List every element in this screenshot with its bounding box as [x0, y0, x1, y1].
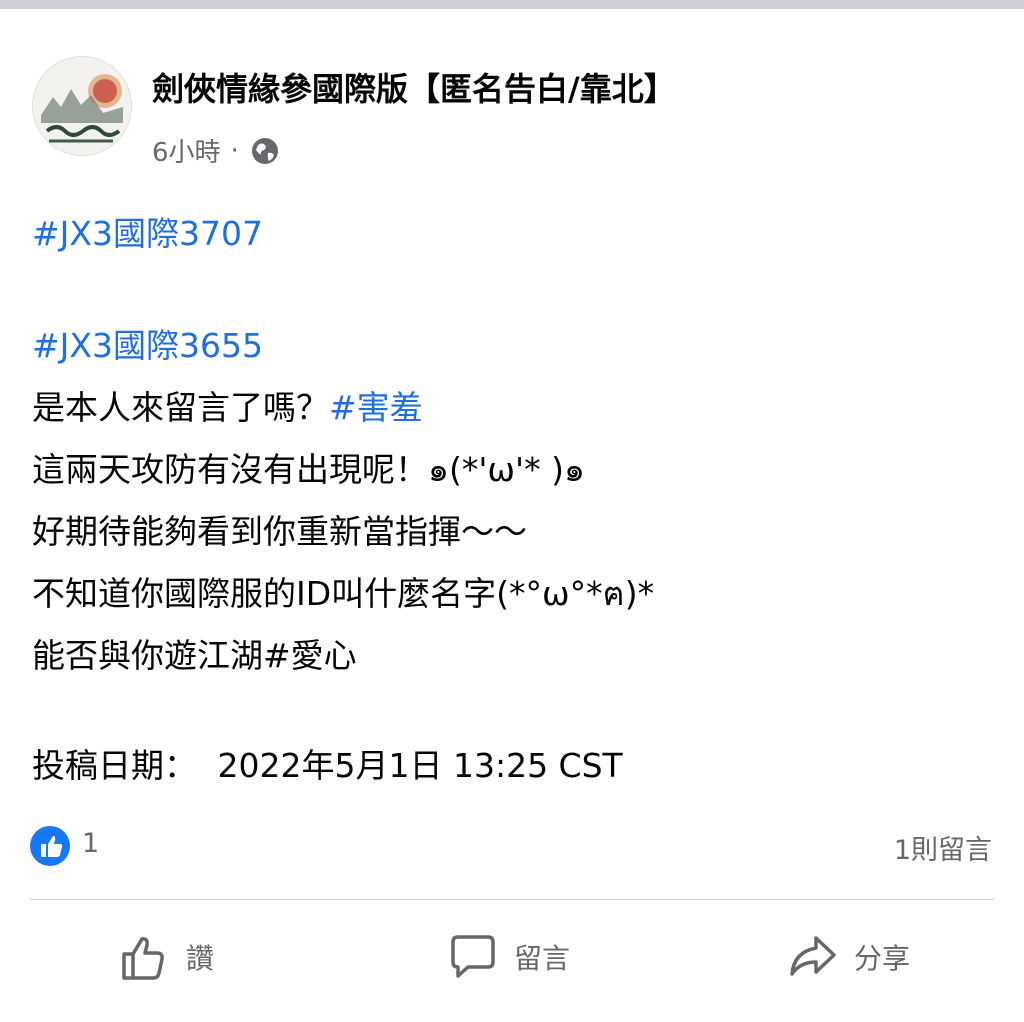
post-line: 這兩天攻防有沒有出現呢！๑(*'ω'* )๑ [32, 450, 585, 489]
post-time[interactable]: 6小時 [152, 132, 221, 169]
comment-count[interactable]: 1則留言 [894, 828, 992, 867]
comment-bubble-icon [451, 935, 495, 978]
date-label: 投稿日期： [32, 746, 197, 785]
globe-icon [251, 137, 278, 164]
share-button[interactable]: 分享 [786, 925, 910, 989]
page-avatar[interactable] [32, 56, 132, 156]
divider [30, 899, 994, 900]
hashtag-link-shy[interactable]: #害羞 [329, 388, 423, 427]
share-arrow-icon [790, 936, 836, 976]
like-button[interactable]: 讚 [118, 925, 214, 989]
post-meta: 6小時 · [152, 132, 281, 169]
share-button-label: 分享 [854, 942, 911, 975]
top-strip [0, 0, 1024, 9]
post-line: 是本人來留言了嗎？#害羞 [32, 391, 423, 424]
hashtag-link-3707[interactable]: #JX3國際3707 [32, 217, 263, 250]
date-value: 2022年5月1日 13:25 CST [217, 746, 623, 785]
post-line: 能否與你遊江湖#愛心 [32, 636, 357, 675]
post-line-text: 是本人來留言了嗎？ [32, 388, 329, 427]
comment-button[interactable]: 留言 [446, 925, 570, 989]
action-bar: 讚 留言 分享 [0, 925, 1024, 989]
avatar-logo-image [33, 57, 131, 155]
post-line: 不知道你國際服的ID叫什麼名字(*°ω°*ฅ)* [32, 574, 655, 613]
like-button-label: 讚 [186, 942, 215, 975]
hashtag-link-3655[interactable]: #JX3國際3655 [32, 329, 263, 362]
page-name[interactable]: 劍俠情緣參國際版【匿名告白/靠北】 [152, 64, 676, 110]
thumbs-up-icon[interactable] [30, 826, 70, 866]
post-date-line: 投稿日期： 2022年5月1日 13:25 CST [32, 749, 623, 782]
post-header: 劍俠情緣參國際版【匿名告白/靠北】 6小時 · [32, 56, 992, 169]
meta-separator: · [230, 135, 239, 166]
post-line: 好期待能夠看到你重新當指揮～～ [32, 512, 527, 551]
like-count[interactable]: 1 [82, 828, 99, 859]
reactions-bar: 1 1則留言 [30, 826, 992, 868]
comment-button-label: 留言 [514, 942, 571, 975]
thumbs-up-outline-icon [122, 937, 164, 980]
